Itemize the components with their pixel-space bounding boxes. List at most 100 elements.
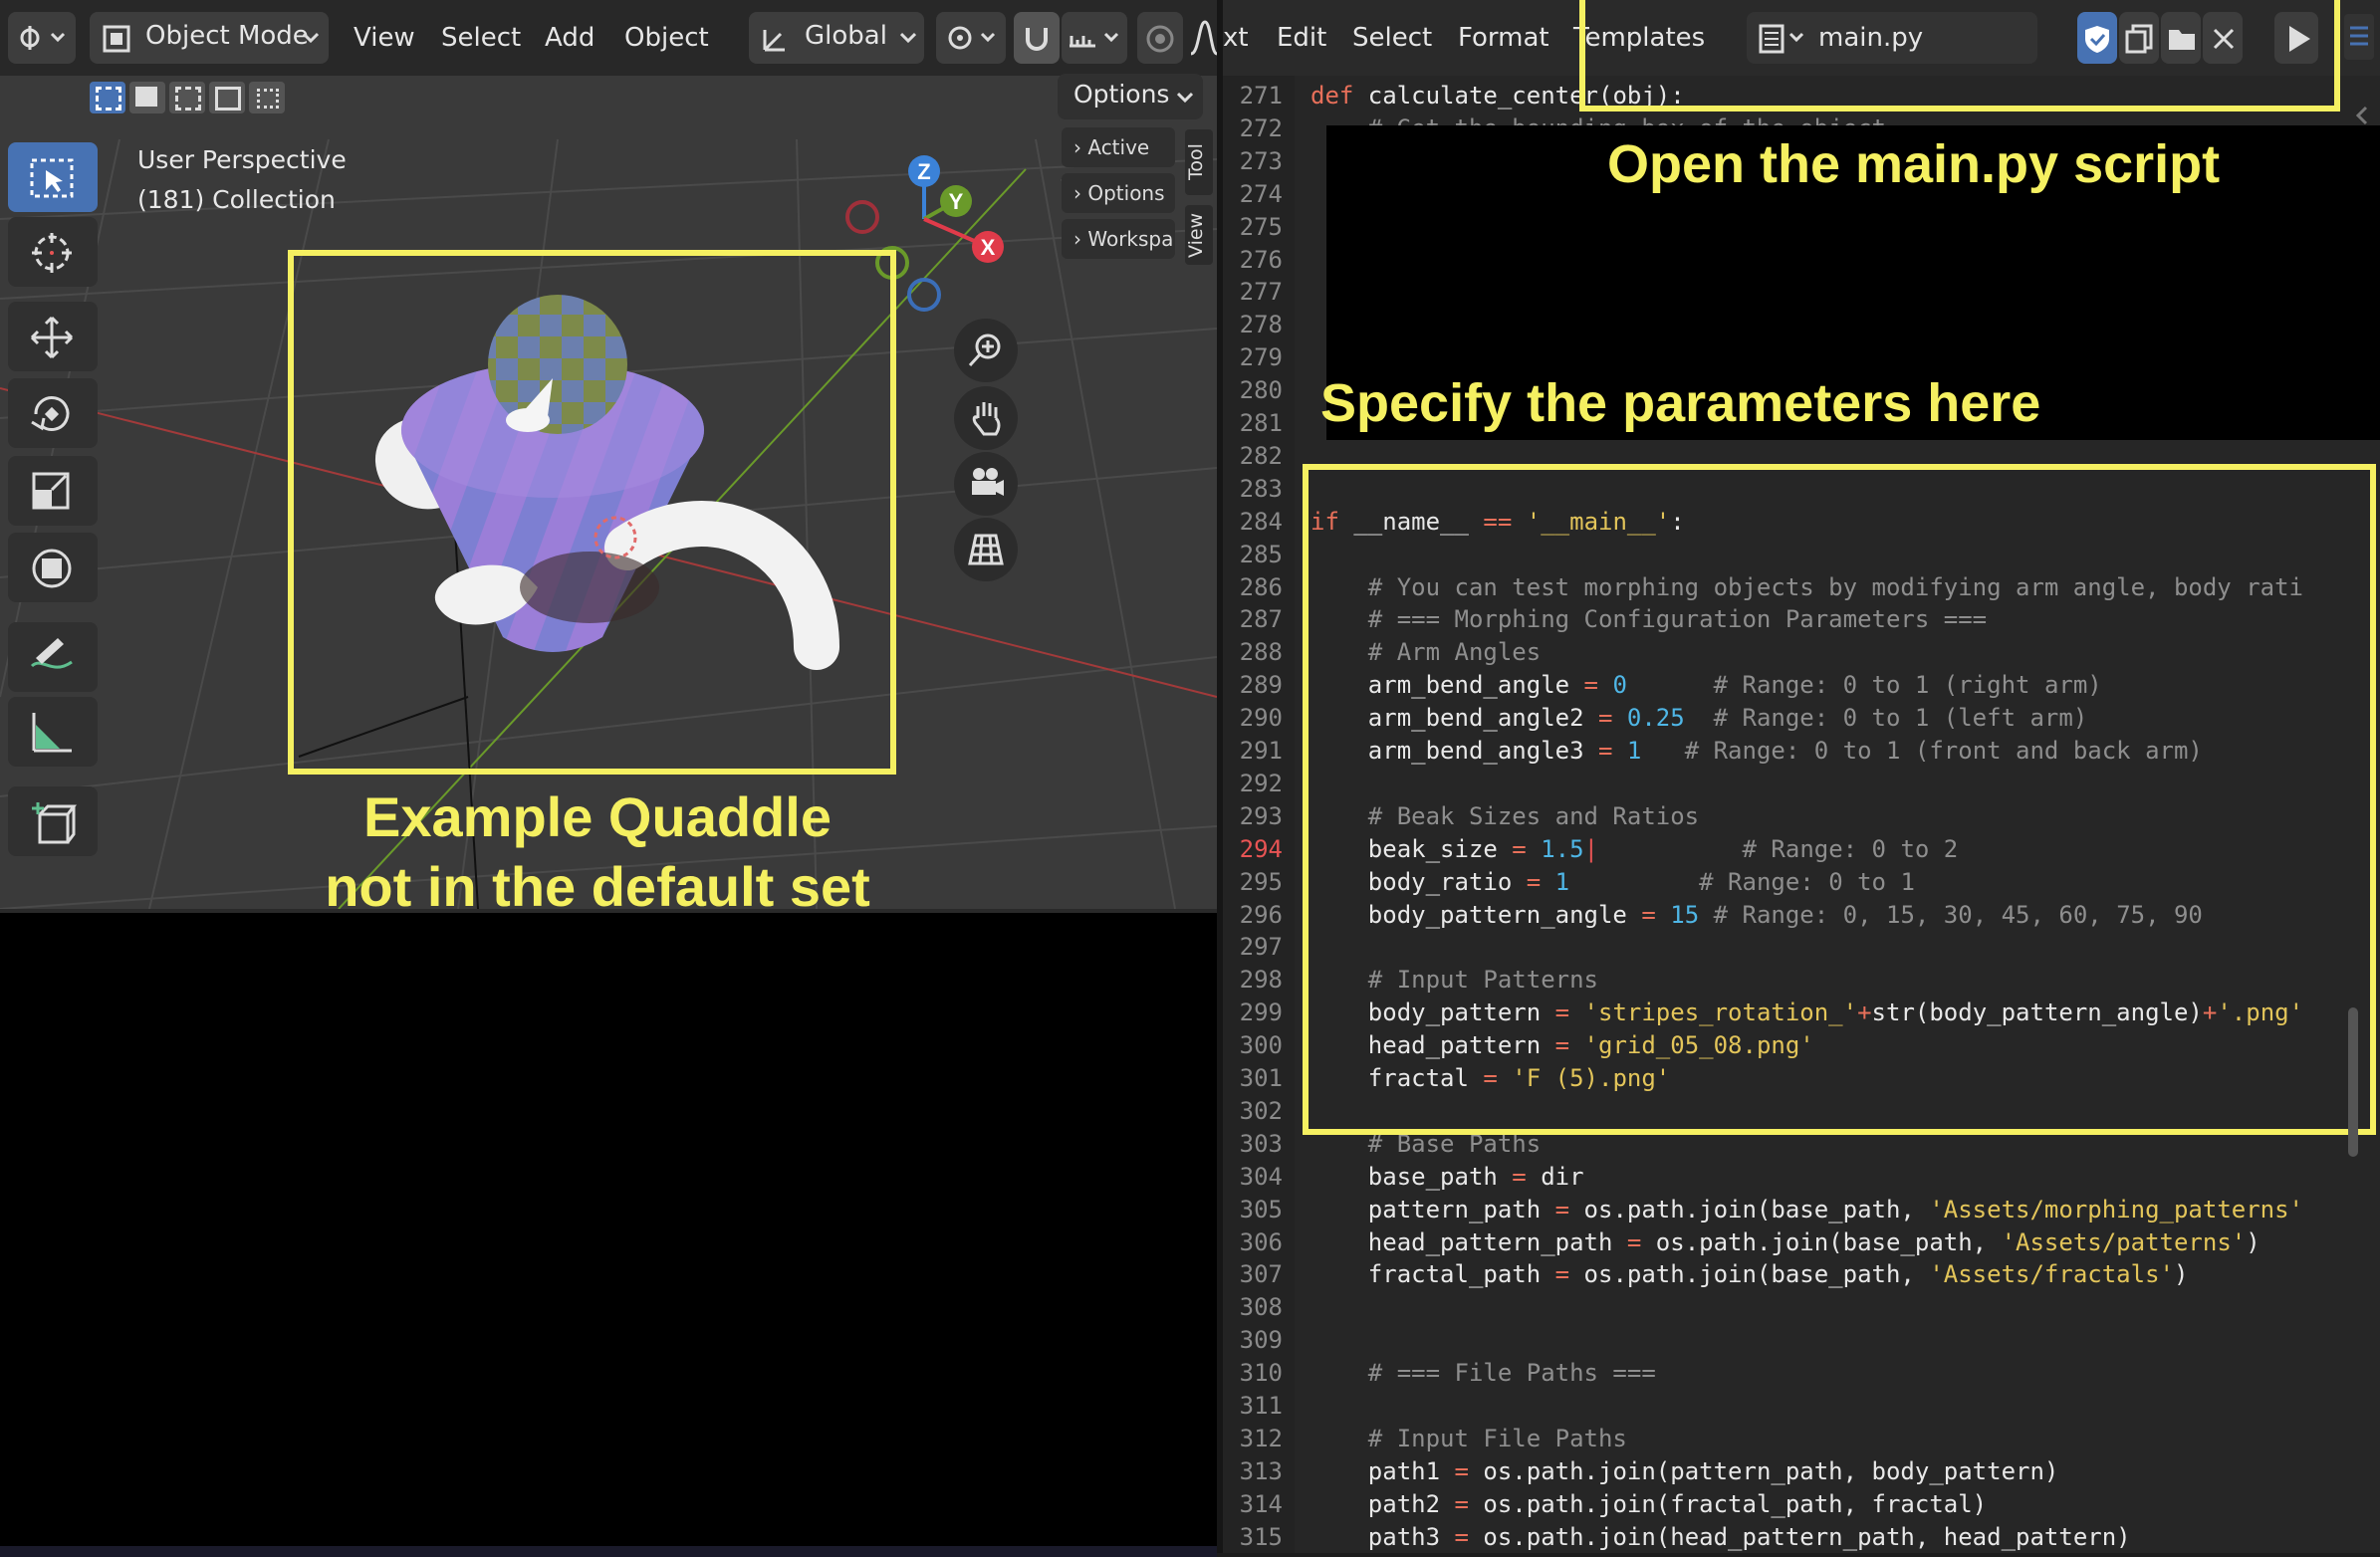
snap-toggle[interactable] bbox=[1014, 12, 1060, 64]
menu-text[interactable]: xt bbox=[1223, 14, 1249, 62]
perspective-label: User Perspective bbox=[137, 145, 347, 174]
chevron-left-icon[interactable] bbox=[2352, 104, 2372, 127]
parameters-highlight-box bbox=[1303, 464, 2376, 1135]
add-cube-icon bbox=[32, 802, 77, 844]
select-invert-icon[interactable] bbox=[209, 82, 245, 113]
measure-tool[interactable] bbox=[8, 697, 98, 767]
orientation-icon bbox=[763, 30, 785, 52]
example-caption: Example Quaddle not in the default set bbox=[299, 782, 896, 909]
pivot-icon bbox=[948, 26, 996, 50]
rotate-tool[interactable] bbox=[8, 378, 98, 448]
menu-edit[interactable]: Edit bbox=[1277, 14, 1326, 62]
axis-y-label: Y bbox=[949, 189, 964, 214]
editor-type-button[interactable] bbox=[8, 12, 76, 64]
code-line[interactable]: base_path = dir bbox=[1310, 1163, 1584, 1191]
add-cube-tool[interactable] bbox=[8, 786, 98, 856]
axis-z-label: Z bbox=[917, 159, 930, 184]
select-intersect-icon[interactable] bbox=[249, 82, 285, 113]
sidebar-item-active-tool[interactable]: › Active To bbox=[1062, 127, 1175, 199]
options-label: Options bbox=[1073, 80, 1170, 109]
line-numbers-icon bbox=[2350, 26, 2368, 46]
code-line[interactable]: fractal_path = os.path.join(base_path, '… bbox=[1310, 1260, 2189, 1288]
scale-icon bbox=[32, 472, 70, 510]
chevron-down-icon bbox=[900, 32, 916, 44]
sidebar-item-label: Options bbox=[1087, 181, 1165, 205]
open-script-highlight-box bbox=[1579, 0, 2340, 111]
object-mode-icon bbox=[103, 25, 130, 53]
code-line[interactable]: path1 = os.path.join(pattern_path, body_… bbox=[1310, 1457, 2059, 1485]
editor-scrollbar[interactable] bbox=[2348, 1007, 2358, 1157]
proportional-edit-icon bbox=[1146, 25, 1174, 53]
annotate-tool[interactable] bbox=[8, 622, 98, 692]
menu-view[interactable]: View bbox=[354, 14, 415, 62]
tab-view[interactable]: View bbox=[1185, 205, 1213, 265]
cursor-icon bbox=[32, 233, 72, 273]
chevron-down-icon bbox=[303, 32, 319, 44]
mode-dropdown[interactable]: Object Mode bbox=[90, 12, 329, 64]
hand-icon bbox=[972, 402, 1001, 436]
rotate-icon bbox=[31, 396, 70, 431]
axis-neg-x-icon[interactable] bbox=[845, 200, 879, 234]
pan-button[interactable] bbox=[954, 386, 1018, 450]
magnet-icon bbox=[1026, 28, 1048, 51]
menu-object[interactable]: Object bbox=[624, 14, 709, 62]
orientation-dropdown[interactable]: Global bbox=[749, 12, 924, 64]
pivot-dropdown[interactable] bbox=[936, 12, 1006, 64]
scale-tool[interactable] bbox=[8, 456, 98, 526]
axis-neg-z-icon[interactable] bbox=[907, 278, 941, 312]
snap-increment-icon bbox=[1070, 32, 1119, 48]
camera-view-button[interactable] bbox=[954, 452, 1018, 516]
menu-select[interactable]: Select bbox=[441, 14, 521, 62]
select-new-icon[interactable] bbox=[90, 82, 125, 113]
select-box-tool[interactable] bbox=[8, 142, 98, 212]
menu-add[interactable]: Add bbox=[545, 14, 595, 62]
tab-tool[interactable]: Tool bbox=[1185, 129, 1213, 195]
code-line[interactable]: # Input File Paths bbox=[1310, 1425, 1627, 1452]
move-tool[interactable] bbox=[8, 302, 98, 371]
specify-params-caption: Specify the parameters here bbox=[1320, 373, 2041, 433]
code-line[interactable]: # === File Paths === bbox=[1310, 1359, 1656, 1387]
zoom-icon bbox=[968, 334, 1001, 367]
select-box-icon bbox=[30, 158, 74, 198]
code-line[interactable]: head_pattern_path = os.path.join(base_pa… bbox=[1310, 1228, 2261, 1256]
sidebar-item-workspace[interactable]: › Workspa bbox=[1062, 219, 1175, 259]
line-numbers-toggle[interactable] bbox=[2344, 14, 2374, 60]
text-editor[interactable]: xt Edit Select Format Templates main.py bbox=[1223, 0, 2380, 1553]
camera-icon bbox=[972, 468, 1004, 496]
mode-label: Object Mode bbox=[145, 21, 309, 51]
transform-tool[interactable] bbox=[8, 533, 98, 602]
console-area[interactable] bbox=[0, 909, 1217, 1557]
sidebar-item-label: Workspa bbox=[1087, 227, 1174, 251]
chevron-down-icon bbox=[1177, 92, 1193, 104]
sidebar-item-options[interactable]: › Options bbox=[1062, 173, 1175, 213]
options-dropdown[interactable]: Options bbox=[1058, 74, 1203, 119]
falloff-icon[interactable] bbox=[1189, 18, 1217, 58]
selection-mode-row bbox=[84, 76, 293, 119]
select-subtract-icon[interactable] bbox=[169, 82, 205, 113]
cursor-tool[interactable] bbox=[8, 217, 98, 287]
annotate-icon bbox=[30, 638, 73, 669]
proportional-edit-toggle[interactable] bbox=[1137, 12, 1183, 64]
axis-x-label: X bbox=[981, 235, 996, 260]
zoom-button[interactable] bbox=[954, 319, 1018, 382]
collection-label: (181) Collection bbox=[137, 185, 336, 214]
transform-icon bbox=[32, 549, 72, 588]
example-highlight-box bbox=[288, 250, 896, 775]
console-status-strip bbox=[0, 1546, 1217, 1557]
menu-format[interactable]: Format bbox=[1458, 14, 1549, 62]
code-line[interactable]: pattern_path = os.path.join(base_path, '… bbox=[1310, 1196, 2303, 1223]
menu-select[interactable]: Select bbox=[1352, 14, 1432, 62]
grid-icon bbox=[968, 534, 1004, 565]
perspective-toggle-button[interactable] bbox=[954, 518, 1018, 581]
code-line[interactable]: path2 = os.path.join(fractal_path, fract… bbox=[1310, 1490, 1987, 1518]
select-extend-icon[interactable] bbox=[129, 82, 165, 113]
orientation-label: Global bbox=[805, 21, 887, 51]
move-icon bbox=[30, 316, 74, 359]
snap-target-dropdown[interactable] bbox=[1062, 12, 1127, 64]
example-caption-line1: Example Quaddle bbox=[363, 785, 832, 848]
code-line[interactable]: path3 = os.path.join(head_pattern_path, … bbox=[1310, 1523, 2131, 1551]
measure-icon bbox=[32, 713, 72, 753]
example-caption-line2: not in the default set bbox=[325, 855, 870, 909]
open-script-caption: Open the main.py script bbox=[1607, 134, 2221, 194]
3d-viewport[interactable]: Object Mode View Select Add Object Globa… bbox=[0, 0, 1217, 909]
